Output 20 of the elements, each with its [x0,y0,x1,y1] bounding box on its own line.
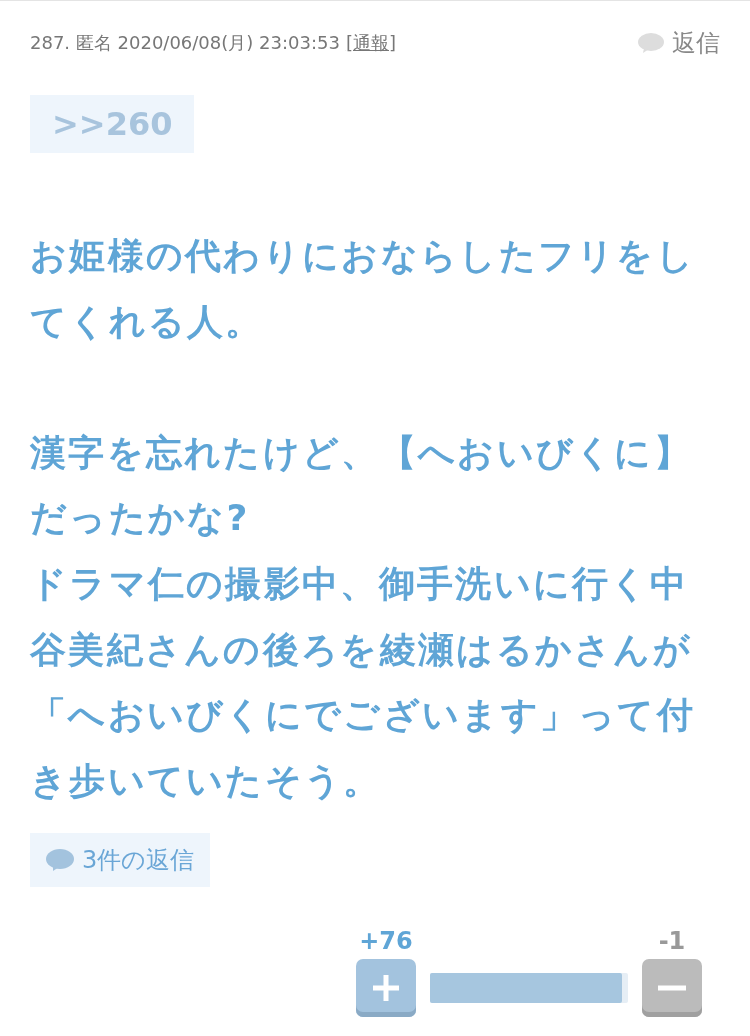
comment-text-line: き歩いていたそう。 [30,758,383,803]
speech-bubble-icon [46,848,74,873]
comment-text-line: ドラマ仁の撮影中、御手洗いに行く中 [30,561,690,606]
comment-text-line: お姫様の代わりにおならしたフリをし [30,234,697,278]
upvote-button[interactable] [356,959,416,1018]
downvote-button[interactable] [642,959,702,1018]
comment-text-line: 「へおいびくにでございます」って付 [30,693,697,738]
comment-meta: 287. 匿名 2020/06/08(月) 23:03:53 [30,31,340,55]
comment-text-line: てくれる人。 [30,299,265,344]
upvote-count: +76 [359,927,413,956]
plus-icon [371,973,401,1004]
downvote-count: -1 [658,927,686,956]
speech-bubble-icon [638,32,664,54]
reply-button[interactable]: 返信 [638,27,720,59]
report-link[interactable]: [通報] [345,31,396,55]
comment-text-line: だったかな? [30,496,251,541]
comment-text-line: 谷美紀さんの後ろを綾瀬はるかさんが [30,627,694,672]
minus-icon [657,985,687,992]
comment-text-line: 漢字を忘れたけど、【へおいびくに】 [30,430,694,475]
replies-button[interactable]: 3件の返信 [30,833,211,888]
